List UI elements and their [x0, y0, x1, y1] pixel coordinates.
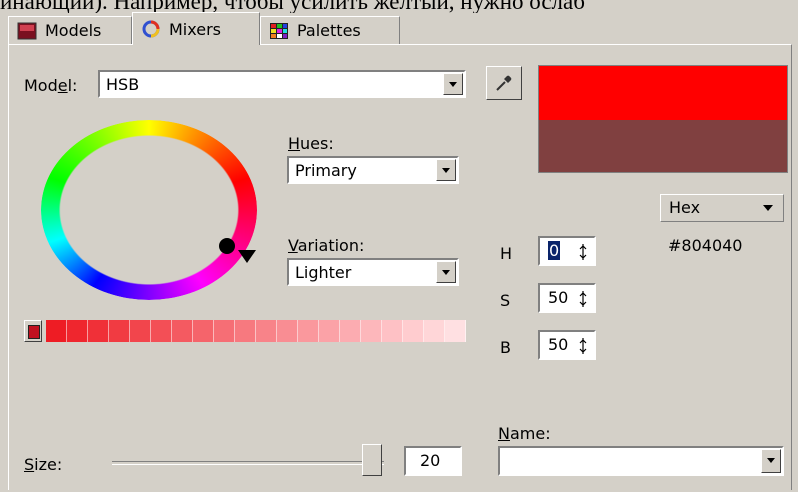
brightness-value: 50 — [548, 335, 569, 354]
saturation-label: S — [500, 291, 511, 310]
color-swatch[interactable] — [130, 320, 151, 342]
tab-mixers-label: Mixers — [169, 19, 221, 39]
wheel-pointer-icon — [238, 250, 256, 263]
color-swatch[interactable] — [361, 320, 382, 342]
saturation-field[interactable]: 50 — [538, 283, 596, 313]
color-swatch[interactable] — [256, 320, 277, 342]
hues-label: Hues: — [288, 134, 334, 153]
color-swatch[interactable] — [46, 320, 67, 342]
tab-models[interactable]: Models — [8, 16, 132, 44]
color-wheel[interactable] — [41, 120, 257, 300]
tab-palettes-label: Palettes — [297, 21, 361, 40]
color-swatch[interactable] — [382, 320, 403, 342]
new-color-swatch — [539, 66, 787, 120]
color-preview — [538, 65, 788, 173]
color-swatch[interactable] — [67, 320, 88, 342]
size-slider-thumb[interactable] — [362, 444, 382, 476]
hue-value: 0 — [548, 241, 561, 260]
size-field[interactable]: 20 — [404, 446, 462, 476]
chevron-down-icon — [763, 205, 773, 211]
tab-models-label: Models — [45, 21, 102, 40]
mixers-icon — [142, 20, 160, 38]
variation-label: Variation: — [288, 236, 365, 255]
hues-select[interactable]: Primary — [287, 156, 459, 184]
hue-field[interactable]: 0 — [538, 236, 596, 266]
model-select[interactable]: HSB — [98, 70, 466, 98]
model-label: Model: — [24, 76, 78, 95]
color-dialog: Models Mixers Palettes Model: HSB Hues: … — [0, 0, 798, 492]
wheel-marker[interactable] — [219, 238, 235, 254]
color-swatch[interactable] — [340, 320, 361, 342]
swatch-selector-icon — [28, 325, 40, 339]
color-swatch[interactable] — [445, 320, 466, 342]
color-swatch[interactable] — [235, 320, 256, 342]
models-icon — [17, 22, 37, 39]
old-color-swatch — [539, 120, 787, 172]
color-swatch[interactable] — [88, 320, 109, 342]
color-swatch[interactable] — [151, 320, 172, 342]
saturation-spinner-icon[interactable] — [578, 291, 588, 307]
name-dropdown-button[interactable] — [761, 449, 781, 473]
variation-value: Lighter — [295, 263, 352, 282]
brightness-spinner-icon[interactable] — [578, 338, 588, 354]
model-dropdown-button[interactable] — [443, 73, 463, 95]
size-label: Size: — [24, 455, 63, 474]
color-swatch[interactable] — [403, 320, 424, 342]
eyedropper-icon — [496, 75, 512, 91]
tab-mixers[interactable]: Mixers — [132, 12, 260, 45]
hue-spinner-icon[interactable] — [578, 244, 588, 260]
size-value: 20 — [420, 451, 441, 470]
color-swatch[interactable] — [298, 320, 319, 342]
saturation-value: 50 — [548, 288, 569, 307]
brightness-label: B — [500, 338, 511, 357]
name-input[interactable] — [498, 446, 784, 476]
color-swatch[interactable] — [172, 320, 193, 342]
format-select[interactable]: Hex — [660, 194, 784, 222]
hues-value: Primary — [295, 161, 357, 180]
model-value: HSB — [106, 75, 140, 94]
color-swatch[interactable] — [109, 320, 130, 342]
brightness-field[interactable]: 50 — [538, 330, 596, 360]
variation-select[interactable]: Lighter — [287, 258, 459, 286]
color-swatch[interactable] — [424, 320, 445, 342]
hues-dropdown-button[interactable] — [436, 159, 456, 181]
color-swatch[interactable] — [277, 320, 298, 342]
color-swatch[interactable] — [214, 320, 235, 342]
palettes-icon — [270, 22, 288, 39]
swatch-selector-button[interactable] — [24, 320, 42, 342]
format-value: Hex — [669, 198, 701, 217]
hue-label: H — [500, 244, 513, 263]
name-label: Name: — [498, 424, 551, 443]
eyedropper-button[interactable] — [486, 66, 522, 100]
variation-dropdown-button[interactable] — [436, 261, 456, 283]
document-text-fragment: инающий). Например, чтобы усилить желтый… — [0, 0, 585, 13]
size-slider-track[interactable] — [112, 461, 384, 465]
color-swatch[interactable] — [193, 320, 214, 342]
color-swatch[interactable] — [319, 320, 340, 342]
tab-palettes[interactable]: Palettes — [260, 16, 400, 44]
hex-code-value: #804040 — [668, 236, 743, 255]
